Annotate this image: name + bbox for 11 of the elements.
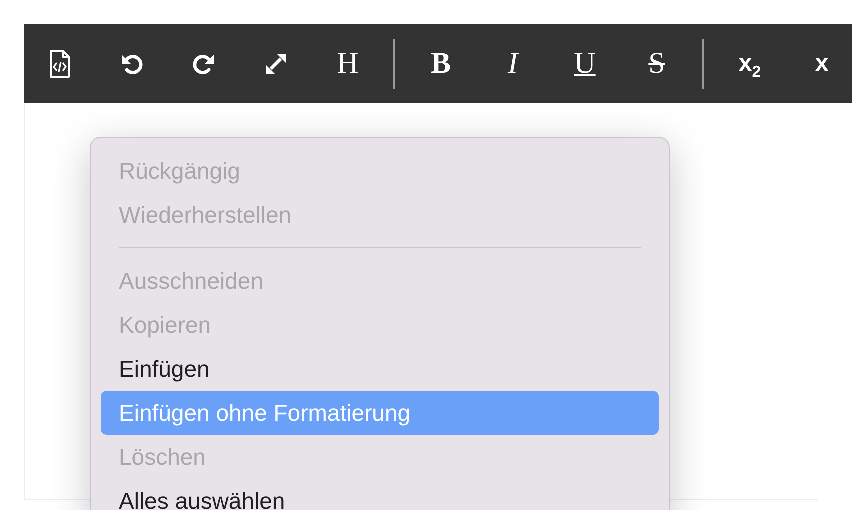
menu-item[interactable]: Einfügen: [101, 347, 659, 391]
heading-button[interactable]: H: [312, 42, 384, 86]
menu-item[interactable]: Alles auswählen: [101, 479, 659, 510]
bold-button[interactable]: B: [405, 42, 477, 86]
strikethrough-button[interactable]: S: [621, 42, 693, 86]
subscript-button[interactable]: x$_{2}$: [714, 42, 786, 86]
italic-button[interactable]: I: [477, 42, 549, 86]
code-file-icon: [49, 50, 71, 78]
underline-button[interactable]: U: [549, 42, 621, 86]
superscript-button[interactable]: x: [786, 42, 852, 86]
expand-icon: [264, 52, 288, 76]
